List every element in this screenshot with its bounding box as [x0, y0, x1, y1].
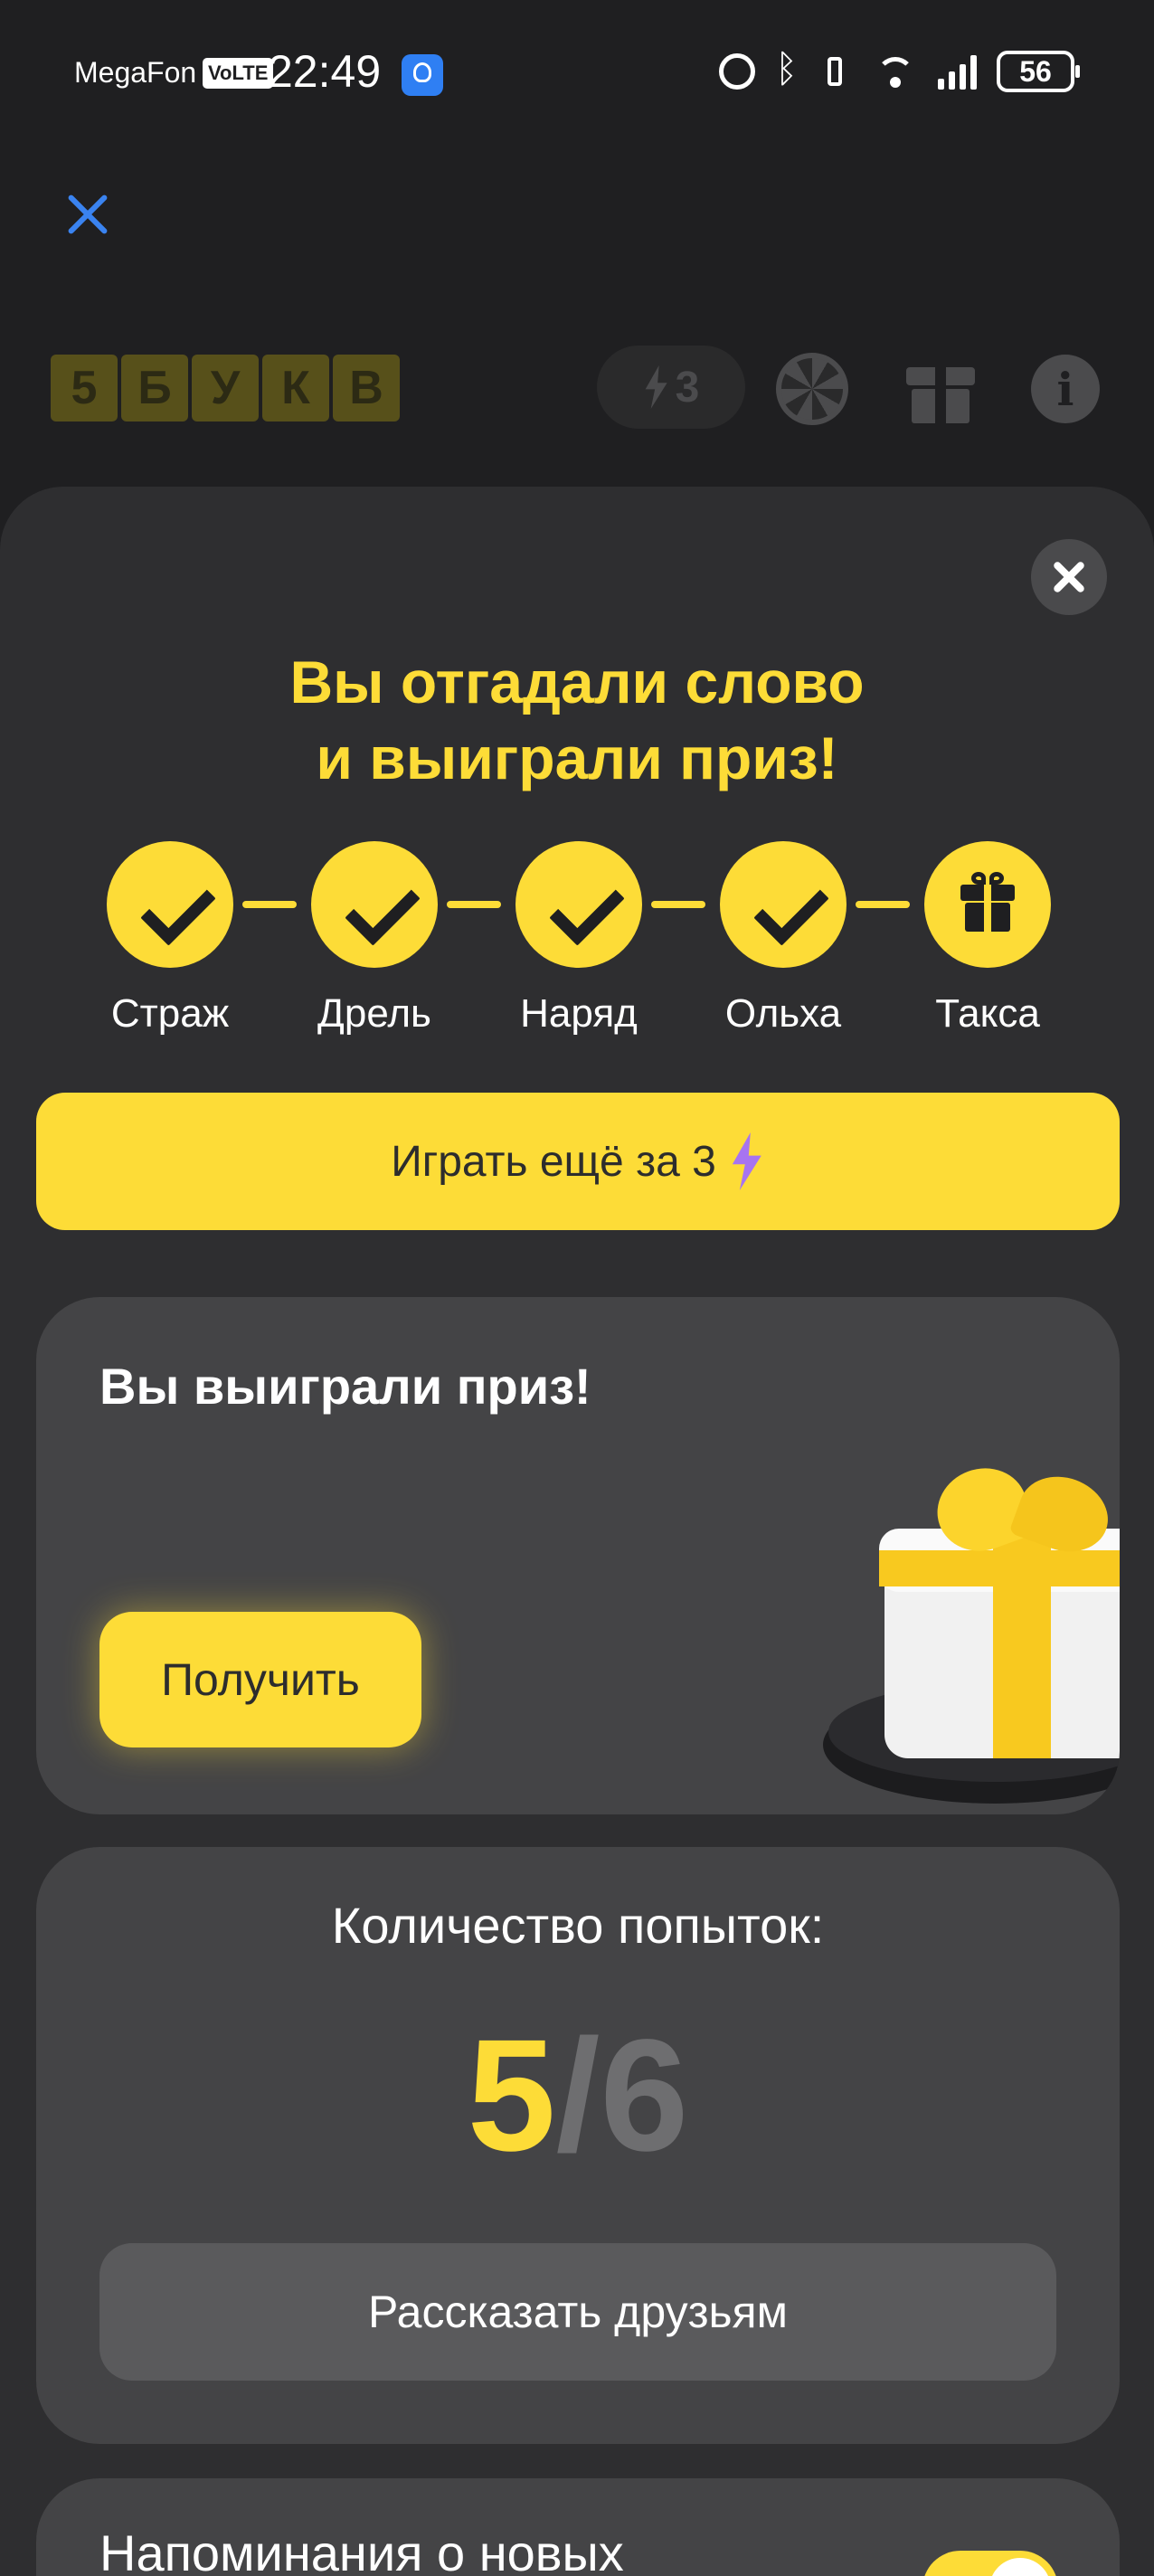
wifi-icon — [873, 53, 918, 90]
gift-box-illustration — [778, 1455, 1120, 1814]
step-gift-circle — [924, 841, 1051, 968]
volte-badge: VoLTE — [203, 58, 274, 89]
reminder-toggle[interactable] — [922, 2551, 1058, 2576]
prize-card: Вы выиграли приз! Получить — [36, 1297, 1120, 1814]
step-item: Дрель — [293, 841, 456, 1037]
logo-letter: К — [262, 355, 329, 421]
step-label: Дрель — [317, 991, 431, 1036]
cell-signal-icon — [938, 53, 977, 90]
app-logo: 5 Б У К В — [51, 355, 400, 421]
attempts-title: Количество попыток: — [331, 1897, 825, 1954]
play-again-label: Играть ещё за 3 — [391, 1137, 716, 1186]
step-done-circle — [107, 841, 233, 968]
logo-letter: Б — [121, 355, 188, 421]
progress-steps: Страж Дрель Наряд Ольха Такса — [0, 841, 1154, 1049]
step-item: Такса — [906, 841, 1069, 1037]
check-icon — [345, 870, 421, 946]
reminder-card: Напоминания о новых — [36, 2478, 1120, 2576]
step-item: Наряд — [497, 841, 660, 1037]
get-prize-button[interactable]: Получить — [99, 1612, 421, 1747]
gift-icon[interactable] — [906, 355, 975, 423]
lightbulb-app-icon — [402, 54, 443, 96]
result-headline: Вы отгадали слово и выиграли приз! — [0, 644, 1154, 796]
attempts-card: Количество попыток: 5/6 Рассказать друзь… — [36, 1847, 1120, 2444]
step-done-circle — [311, 841, 438, 968]
headline-line-2: и выиграли приз! — [316, 724, 838, 791]
step-item: Ольха — [702, 841, 865, 1037]
close-icon[interactable] — [63, 188, 114, 239]
logo-letter: У — [192, 355, 259, 421]
step-done-circle — [516, 841, 642, 968]
gift-icon — [960, 872, 1015, 933]
prize-title: Вы выиграли приз! — [99, 1358, 591, 1415]
sheet-close-button[interactable] — [1031, 539, 1107, 615]
status-time: 22:49 — [268, 46, 382, 97]
check-icon — [753, 870, 829, 946]
bluetooth-icon — [775, 46, 798, 91]
logo-letter: В — [333, 355, 400, 421]
battery-icon: 56 — [997, 51, 1080, 92]
attempts-separator: / — [555, 2007, 601, 2184]
lightning-icon — [645, 365, 667, 409]
alarm-icon — [719, 53, 755, 90]
logo-letter: 5 — [51, 355, 118, 421]
check-icon — [549, 870, 625, 946]
fortune-wheel-icon[interactable] — [776, 353, 848, 425]
headline-line-1: Вы отгадали слово — [289, 649, 865, 715]
carrier-name: MegaFon — [74, 56, 197, 89]
status-bar: MegaFon VoLTE 22:49 56 — [0, 0, 1154, 145]
step-label: Такса — [935, 991, 1040, 1036]
vibrate-icon — [817, 53, 853, 90]
check-icon — [140, 870, 216, 946]
step-label: Страж — [110, 991, 230, 1036]
energy-counter[interactable]: 3 — [597, 346, 745, 429]
share-button[interactable]: Рассказать друзьям — [99, 2243, 1056, 2381]
status-icons: 56 — [719, 46, 1080, 92]
attempts-used: 5 — [467, 2007, 556, 2184]
step-label: Ольха — [724, 991, 842, 1036]
attempts-count: 5/6 — [36, 2001, 1120, 2191]
play-again-button[interactable]: Играть ещё за 3 — [36, 1093, 1120, 1230]
step-label: Наряд — [520, 991, 638, 1036]
screen: MegaFon VoLTE 22:49 56 5 Б У К В 3 i — [0, 0, 1154, 2576]
energy-count: 3 — [675, 363, 700, 412]
step-item: Страж — [89, 841, 251, 1037]
step-done-circle — [720, 841, 847, 968]
reminder-title: Напоминания о новых — [99, 2524, 624, 2576]
info-icon[interactable]: i — [1031, 355, 1100, 423]
lightning-icon — [732, 1132, 761, 1190]
attempts-total: 6 — [600, 2007, 689, 2184]
